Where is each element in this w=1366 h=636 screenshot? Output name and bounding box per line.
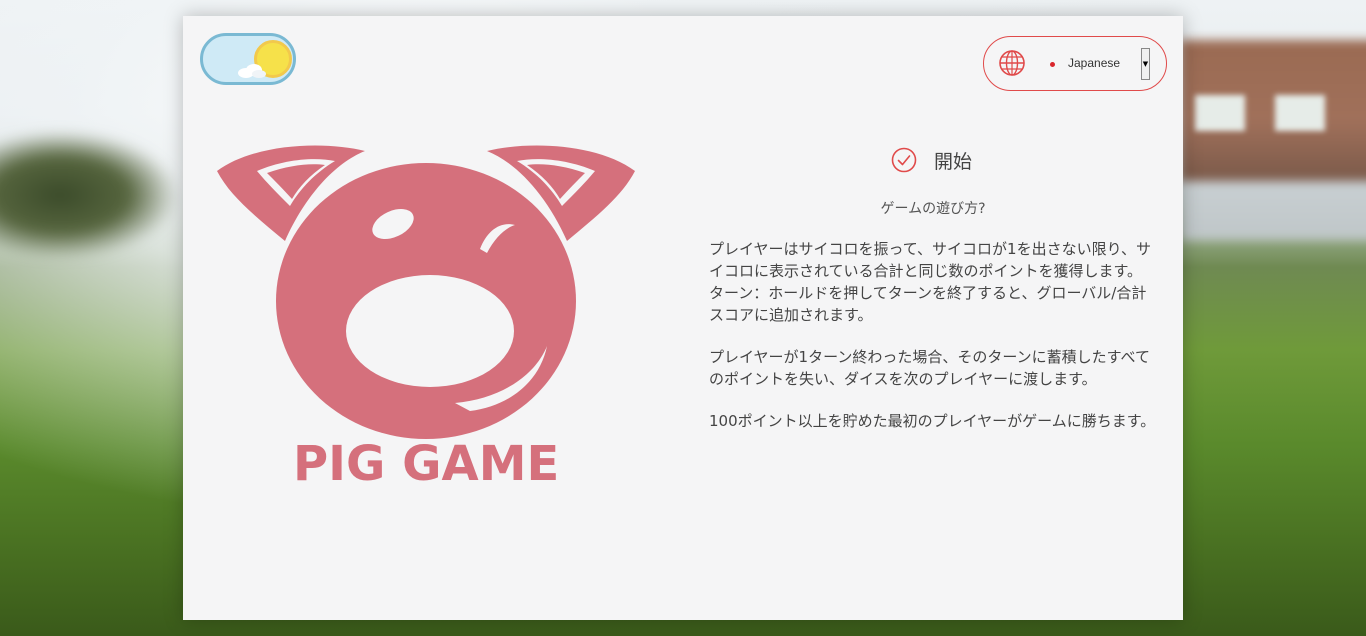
instruction-paragraph: 100ポイント以上を貯めた最初のプレイヤーがゲームに勝ちます。 — [709, 412, 1156, 430]
theme-toggle[interactable] — [200, 33, 296, 85]
cloud-icon — [238, 64, 266, 78]
start-label[interactable]: 開始 — [934, 147, 972, 174]
main-card: Japanese ▼ PIG GAME 開始 ゲームの遊び方? プレイヤーはサイ… — [183, 16, 1183, 620]
check-circle-icon — [891, 147, 917, 173]
how-to-play-heading: ゲームの遊び方? — [880, 201, 986, 217]
instruction-paragraph: プレイヤーはサイコロを振って、サイコロが1を出さない限り、サイコロに表示されてい… — [709, 240, 1155, 324]
japan-flag-icon — [1050, 62, 1055, 67]
logo-title: PIG GAME — [293, 436, 560, 492]
language-select-value[interactable]: Japanese — [1068, 56, 1120, 70]
language-selector[interactable]: Japanese ▼ — [983, 36, 1167, 91]
background-window — [1275, 95, 1325, 131]
start-button[interactable]: 開始 — [891, 146, 972, 174]
background-window — [1195, 95, 1245, 131]
background-house — [1180, 40, 1366, 240]
background-trees — [0, 130, 180, 260]
globe-icon — [999, 50, 1025, 76]
chevron-down-icon[interactable]: ▼ — [1141, 48, 1150, 80]
instruction-paragraph: プレイヤーが1ターン終わった場合、そのターンに蓄積したすべてのポイントを失い、ダ… — [709, 348, 1150, 388]
